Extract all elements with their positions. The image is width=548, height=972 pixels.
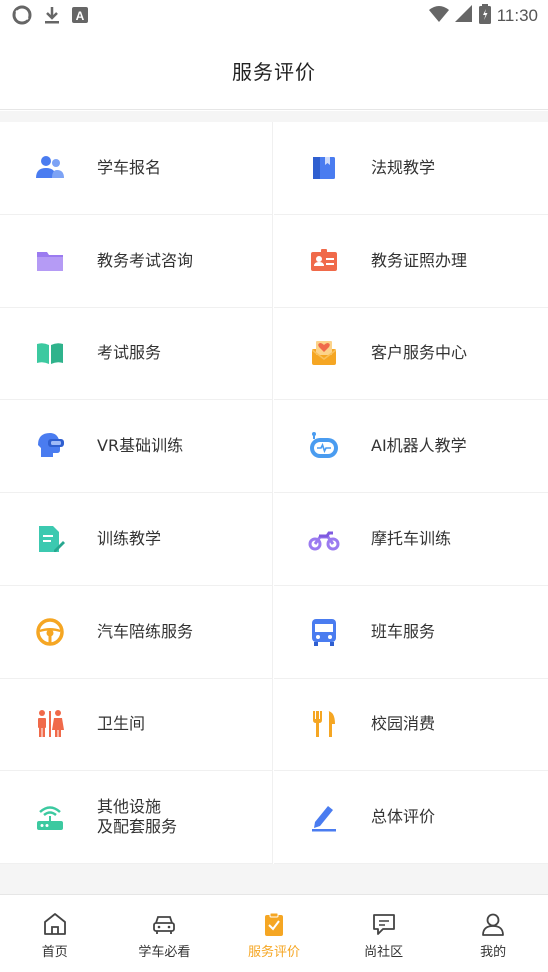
download-icon	[44, 5, 60, 29]
battery-icon	[478, 4, 491, 28]
service-item-campus-spending[interactable]: 校园消费	[274, 679, 548, 772]
chat-icon	[371, 911, 397, 937]
home-icon	[42, 911, 68, 937]
section-divider	[0, 111, 548, 122]
service-label-line-2: 及配套服务	[97, 817, 178, 837]
service-item-restroom[interactable]: 卫生间	[0, 678, 273, 772]
vr-head-icon	[34, 430, 66, 462]
service-item-exam-consult[interactable]: 教务考试咨询	[0, 214, 273, 308]
service-item-driving-practice[interactable]: 汽车陪练服务	[0, 585, 273, 679]
motorcycle-icon	[308, 523, 340, 555]
wifi-icon	[428, 5, 449, 27]
service-label: AI机器人教学	[371, 436, 467, 456]
service-item-motorcycle[interactable]: 摩托车训练	[274, 493, 548, 586]
robot-icon	[308, 430, 340, 462]
clock-time: 11:30	[496, 6, 538, 25]
steering-wheel-icon	[34, 616, 66, 648]
sync-icon	[12, 5, 32, 29]
tab-label: 我的	[480, 945, 507, 960]
service-label: 其他设施 及配套服务	[97, 797, 177, 837]
bottom-tab-bar: 首页 学车必看 服务评价 尚社区 我的	[0, 894, 548, 972]
tab-label: 尚社区	[364, 945, 404, 960]
mail-heart-icon	[308, 337, 340, 369]
tab-home[interactable]: 首页	[0, 895, 110, 972]
tab-label: 学车必看	[138, 945, 191, 960]
service-label: VR基础训练	[97, 436, 184, 456]
service-label: 班车服务	[371, 621, 436, 641]
service-label: 学车报名	[97, 157, 162, 177]
user-icon	[480, 911, 506, 937]
service-label: 卫生间	[97, 714, 146, 734]
doc-edit-icon	[34, 523, 66, 555]
service-item-customer-center[interactable]: 客户服务中心	[274, 308, 548, 401]
book-icon	[308, 152, 340, 184]
users-icon	[34, 152, 66, 184]
fork-knife-icon	[308, 708, 340, 740]
service-label: 校园消费	[371, 714, 436, 734]
status-bar: A 11:30	[0, 0, 548, 30]
tab-label: 服务评价	[247, 945, 300, 960]
service-label: 总体评价	[371, 807, 436, 827]
service-label: 客户服务中心	[371, 343, 468, 363]
service-label: 教务考试咨询	[97, 250, 194, 270]
service-item-other-facilities[interactable]: 其他设施 及配套服务	[0, 771, 273, 864]
tab-service-rating[interactable]: 服务评价	[219, 895, 329, 972]
service-item-shuttle[interactable]: 班车服务	[274, 586, 548, 679]
tab-learn[interactable]: 学车必看	[110, 895, 220, 972]
service-label: 教务证照办理	[371, 250, 468, 270]
service-item-regulations[interactable]: 法规教学	[274, 122, 548, 215]
service-item-license[interactable]: 教务证照办理	[274, 215, 548, 308]
page-header: 服务评价	[0, 30, 548, 110]
service-item-vr[interactable]: VR基础训练	[0, 400, 273, 493]
font-icon: A	[72, 7, 88, 27]
router-icon	[34, 801, 66, 833]
service-label: 法规教学	[371, 157, 436, 177]
service-item-exam[interactable]: 考试服务	[0, 307, 273, 401]
service-item-ai-robot[interactable]: AI机器人教学	[274, 400, 548, 493]
service-label: 训练教学	[97, 528, 162, 548]
tab-label: 首页	[41, 945, 68, 960]
clipboard-check-icon	[261, 911, 287, 937]
tab-community[interactable]: 尚社区	[329, 895, 439, 972]
service-item-training[interactable]: 训练教学	[0, 493, 273, 586]
id-card-icon	[308, 245, 340, 277]
service-label: 摩托车训练	[371, 528, 452, 548]
service-label: 汽车陪练服务	[97, 621, 194, 641]
bus-icon	[308, 616, 340, 648]
service-item-registration[interactable]: 学车报名	[0, 122, 273, 215]
service-grid: 学车报名 法规教学 教务考试咨询 教务证照办理 考试服务 客户服务中心 VR基础…	[0, 122, 548, 864]
svg-text:A: A	[76, 9, 85, 23]
service-item-overall-rating[interactable]: 总体评价	[274, 771, 548, 864]
pen-icon	[308, 801, 340, 833]
service-label-line-1: 其他设施	[97, 797, 162, 817]
folder-icon	[34, 245, 66, 277]
car-icon	[151, 911, 177, 937]
signal-icon	[454, 5, 473, 27]
page-title: 服务评价	[232, 60, 316, 84]
tab-mine[interactable]: 我的	[438, 895, 548, 972]
restroom-icon	[34, 708, 66, 740]
service-label: 考试服务	[97, 343, 162, 363]
open-book-icon	[34, 337, 66, 369]
content-bottom-spacer	[0, 864, 548, 894]
